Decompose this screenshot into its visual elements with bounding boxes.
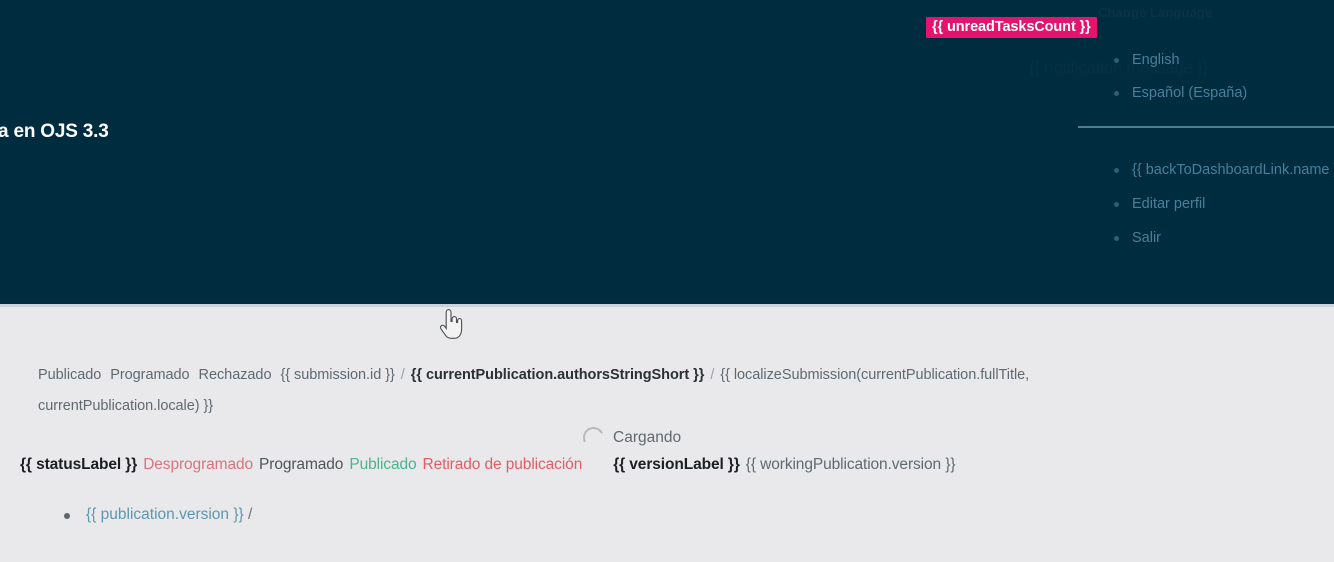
- spinner-icon: [580, 424, 607, 451]
- change-language-heading: Change Language: [1098, 5, 1213, 20]
- status-published: Publicado: [349, 456, 417, 473]
- working-publication-version: {{ workingPublication.version }}: [745, 456, 956, 473]
- language-item-label: Español (España): [1132, 85, 1248, 101]
- breadcrumb: Publicado Programado Rechazado {{ submissio…: [38, 360, 1088, 422]
- account-item-edit-profile[interactable]: Editar perfil: [1113, 194, 1334, 228]
- breadcrumb-full-title-continued: currentPublication.locale) }}: [38, 398, 214, 414]
- account-item-logout[interactable]: Salir: [1113, 228, 1334, 262]
- site-header: {{ unreadTasksCount }} Change Language {…: [0, 0, 1334, 304]
- breadcrumb-status-scheduled[interactable]: Programado: [110, 367, 189, 383]
- breadcrumb-submission-id[interactable]: {{ submission.id }}: [280, 367, 394, 383]
- account-item-label: {{ backToDashboardLink.name }}: [1132, 162, 1334, 178]
- loading-indicator: Cargando: [580, 424, 682, 451]
- language-item-label: English: [1132, 52, 1180, 68]
- breadcrumb-separator: /: [710, 367, 715, 383]
- language-switcher-list: English Español (España): [1100, 50, 1247, 116]
- status-unscheduled: Desprogramado: [143, 456, 254, 473]
- version-label: {{ versionLabel }}: [613, 456, 740, 473]
- publication-status-row: {{ statusLabel }} Desprogramado Programado…: [20, 456, 956, 474]
- status-unpublished: Retirado de publicación: [422, 456, 583, 473]
- breadcrumb-authors[interactable]: {{ currentPublication.authorsStringShort…: [411, 367, 705, 383]
- breadcrumb-separator: /: [400, 367, 405, 383]
- account-item-label: Editar perfil: [1132, 196, 1206, 212]
- breadcrumb-full-title[interactable]: {{ localizeSubmission(currentPublication…: [720, 367, 1029, 383]
- breadcrumb-status-published[interactable]: Publicado: [38, 367, 101, 383]
- breadcrumb-status-declined[interactable]: Rechazado: [199, 367, 272, 383]
- language-item-english[interactable]: English: [1113, 50, 1247, 83]
- list-item[interactable]: {{ publication.version }} /: [63, 500, 253, 530]
- account-item-label: Salir: [1132, 230, 1162, 246]
- status-label: {{ statusLabel }}: [20, 456, 138, 473]
- pointing-hand-cursor-icon: [439, 309, 463, 339]
- language-item-spanish[interactable]: Español (España): [1113, 83, 1248, 116]
- unread-tasks-badge[interactable]: {{ unreadTasksCount }}: [926, 17, 1097, 38]
- status-scheduled: Programado: [259, 456, 344, 473]
- publication-version-label: {{ publication.version }}: [86, 506, 244, 523]
- header-divider: [1078, 126, 1334, 128]
- account-menu-list: {{ backToDashboardLink.name }} Editar pe…: [1100, 160, 1334, 262]
- account-item-back-to-dashboard[interactable]: {{ backToDashboardLink.name }}: [1113, 160, 1334, 194]
- publication-versions-list: {{ publication.version }} /: [38, 500, 252, 530]
- publication-version-separator: /: [248, 506, 253, 523]
- page-title: a en OJS 3.3: [0, 121, 109, 142]
- loading-label: Cargando: [613, 428, 682, 446]
